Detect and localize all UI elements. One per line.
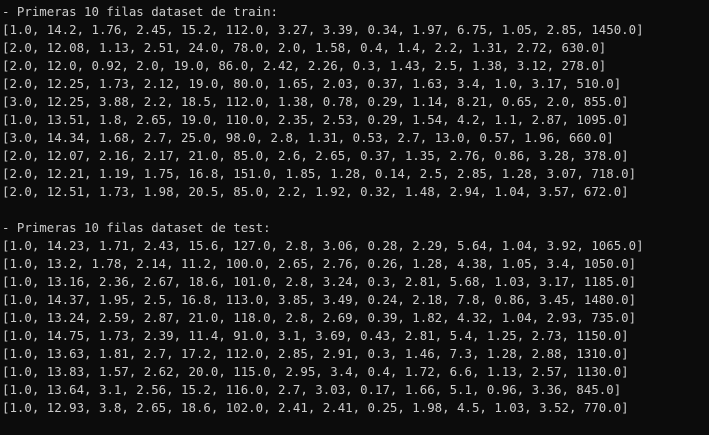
test-row: [1.0, 13.83, 1.57, 2.62, 20.0, 115.0, 2.… <box>2 364 629 379</box>
train-row: [2.0, 12.51, 1.73, 1.98, 20.5, 85.0, 2.2… <box>2 184 629 199</box>
train-row: [2.0, 12.0, 0.92, 2.0, 19.0, 86.0, 2.42,… <box>2 58 607 73</box>
train-row: [3.0, 12.25, 3.88, 2.2, 18.5, 112.0, 1.3… <box>2 94 629 109</box>
train-row: [2.0, 12.08, 1.13, 2.51, 24.0, 78.0, 2.0… <box>2 40 607 55</box>
console-output: - Primeras 10 filas dataset de train: [1.… <box>0 0 709 435</box>
train-row: [2.0, 12.07, 2.16, 2.17, 21.0, 85.0, 2.6… <box>2 148 629 163</box>
test-row: [1.0, 13.24, 2.59, 2.87, 21.0, 118.0, 2.… <box>2 310 637 325</box>
train-row: [1.0, 14.2, 1.76, 2.45, 15.2, 112.0, 3.2… <box>2 22 644 37</box>
test-row: [1.0, 13.64, 3.1, 2.56, 15.2, 116.0, 2.7… <box>2 382 622 397</box>
train-row: [2.0, 12.25, 1.73, 2.12, 19.0, 80.0, 1.6… <box>2 76 622 91</box>
test-row: [1.0, 13.16, 2.36, 2.67, 18.6, 101.0, 2.… <box>2 274 637 289</box>
train-row: [2.0, 12.21, 1.19, 1.75, 16.8, 151.0, 1.… <box>2 166 637 181</box>
test-row: [1.0, 14.37, 1.95, 2.5, 16.8, 113.0, 3.8… <box>2 292 637 307</box>
train-row: [1.0, 13.51, 1.8, 2.65, 19.0, 110.0, 2.3… <box>2 112 629 127</box>
test-row: [1.0, 13.2, 1.78, 2.14, 11.2, 100.0, 2.6… <box>2 256 637 271</box>
test-header: - Primeras 10 filas dataset de test: <box>2 220 271 235</box>
test-row: [1.0, 13.63, 1.81, 2.7, 17.2, 112.0, 2.8… <box>2 346 629 361</box>
test-row: [1.0, 14.23, 1.71, 2.43, 15.6, 127.0, 2.… <box>2 238 644 253</box>
test-row: [1.0, 14.75, 1.73, 2.39, 11.4, 91.0, 3.1… <box>2 328 629 343</box>
test-row: [1.0, 12.93, 3.8, 2.65, 18.6, 102.0, 2.4… <box>2 400 629 415</box>
train-header: - Primeras 10 filas dataset de train: <box>2 4 279 19</box>
train-row: [3.0, 14.34, 1.68, 2.7, 25.0, 98.0, 2.8,… <box>2 130 614 145</box>
